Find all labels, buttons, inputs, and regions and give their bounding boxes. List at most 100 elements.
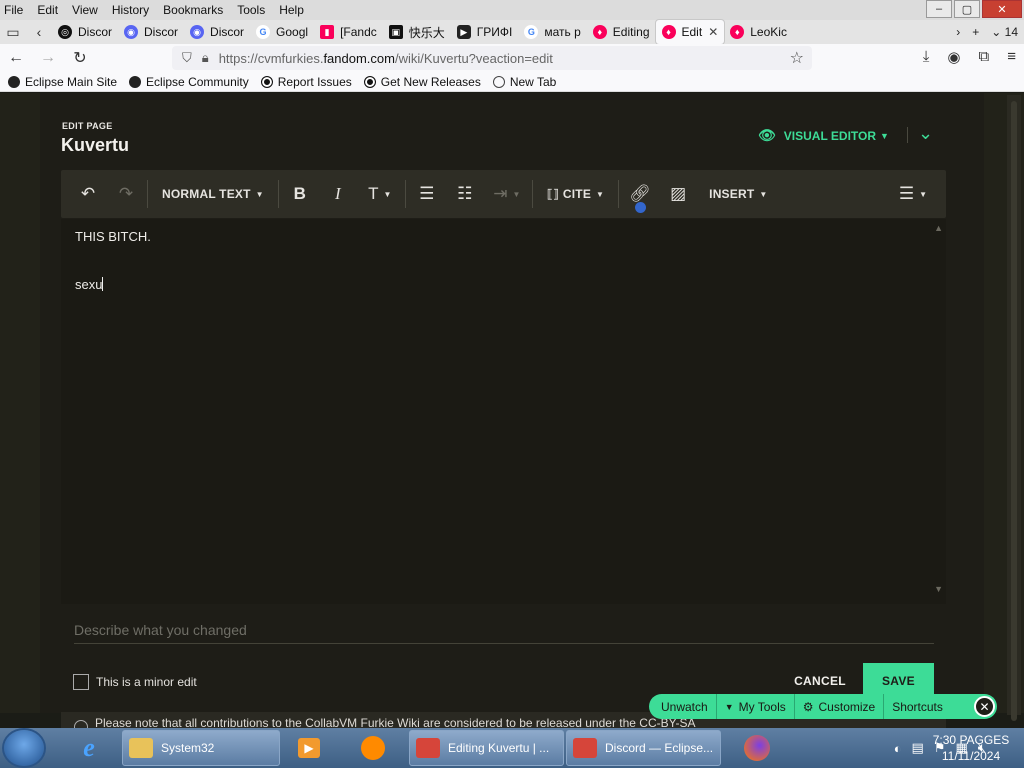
customize-button[interactable]: ⚙ Customize	[795, 694, 885, 719]
google-icon: G	[524, 25, 539, 39]
shortcuts-button[interactable]: Shortcuts	[884, 694, 951, 719]
redo-icon[interactable]: ↷	[107, 170, 145, 218]
unwatch-button[interactable]: Unwatch	[649, 694, 717, 719]
uc-browser-icon[interactable]	[346, 730, 400, 766]
eclipse-icon	[8, 75, 20, 88]
network-status-icon[interactable]: ◐	[894, 741, 902, 756]
reload-icon[interactable]: ↻	[64, 48, 96, 68]
cancel-button[interactable]: CANCEL	[781, 669, 859, 693]
numbered-list-icon[interactable]: ☷	[446, 170, 484, 218]
url-bar[interactable]: ⛉ 🔒︎ https://cvmfurkies. fandom.com/wiki/…	[172, 46, 812, 70]
scroll-up-icon[interactable]: ▲	[934, 223, 943, 233]
safely-remove-icon[interactable]: ▤	[912, 740, 924, 756]
minor-edit-checkbox[interactable]: This is a minor edit	[73, 674, 197, 690]
shield-icon[interactable]: ⛉	[182, 50, 192, 66]
tab-overview-icon[interactable]: ▭	[0, 20, 26, 44]
menu-view[interactable]: View	[72, 3, 98, 17]
editor-mode-switch[interactable]: 👁︎ VISUAL EDITOR ▼	[758, 127, 889, 144]
tabs-scroll-left-icon[interactable]: ‹	[26, 20, 52, 44]
downloads-icon[interactable]: ⤓	[923, 48, 930, 66]
menu-bookmarks[interactable]: Bookmarks	[163, 3, 223, 17]
lock-icon[interactable]: 🔒︎	[202, 50, 209, 66]
chevron-down-icon[interactable]: ⌄	[918, 123, 933, 144]
extensions-icon[interactable]: ⧉	[979, 48, 990, 66]
content-line-1[interactable]: THIS BITCH.	[75, 229, 151, 244]
italic-icon[interactable]: I	[319, 170, 357, 218]
tab-google-1[interactable]: G Googl	[250, 20, 314, 44]
bookmark-eclipse-community[interactable]: Eclipse Community	[129, 75, 249, 89]
scrollbar-thumb[interactable]	[1011, 101, 1017, 721]
task-label: Editing Kuvertu | ...	[448, 741, 550, 755]
caret-down-icon: ▼	[919, 189, 928, 199]
menu-history[interactable]: History	[112, 3, 149, 17]
firefox-icon[interactable]	[730, 730, 784, 766]
start-button[interactable]	[4, 730, 44, 766]
taskbar-editing-kuvertu[interactable]: Editing Kuvertu | ...	[409, 730, 564, 766]
menu-tools[interactable]: Tools	[237, 3, 265, 17]
system-clock[interactable]: 7:30 PAGGES 11/11/2024	[930, 732, 1012, 764]
new-tab-icon[interactable]: +	[972, 25, 979, 39]
editor-content-area[interactable]: THIS BITCH. sexu ▲ ▼	[61, 219, 946, 604]
tab-edit-active[interactable]: ♦ Edit ✕	[655, 20, 725, 44]
tab-discord-3[interactable]: ◉ Discor	[184, 20, 250, 44]
customize-label: Customize	[818, 699, 876, 714]
app-menu-icon[interactable]: ≡	[1007, 48, 1016, 66]
checkbox-box[interactable]	[73, 674, 89, 690]
close-window-button[interactable]: ✕	[982, 0, 1022, 18]
tab-google-2[interactable]: Gмать р	[518, 20, 586, 44]
tab-chinese[interactable]: ▣ 快乐大	[383, 20, 451, 44]
bookmark-get-new-releases[interactable]: Get New Releases	[363, 75, 481, 89]
bookmark-star-icon[interactable]: ☆	[790, 48, 804, 68]
caret-down-icon: ▼	[383, 189, 392, 199]
more-menu-icon[interactable]: ☰ ▼	[888, 170, 938, 218]
caret-down-icon: ▼	[596, 189, 605, 199]
maximize-button[interactable]: ▢	[954, 0, 980, 18]
list-all-tabs-icon[interactable]: ⌄ 14	[991, 25, 1018, 39]
menu-file[interactable]: File	[4, 3, 23, 17]
insert-dropdown[interactable]: INSERT ▼	[697, 170, 779, 218]
media-player-icon[interactable]: ▶	[282, 730, 336, 766]
tab-youtube[interactable]: ▶ ГРИФІ	[451, 20, 519, 44]
internet-explorer-icon[interactable]: e	[62, 730, 116, 766]
toolbar-divider	[404, 180, 406, 208]
tab-editing[interactable]: ♦ Editing	[587, 20, 656, 44]
edit-summary-input[interactable]	[74, 618, 934, 642]
edit-summary-field[interactable]	[74, 618, 934, 644]
page-scrollbar[interactable]	[1007, 95, 1021, 721]
tabs-scroll-right-icon[interactable]: ›	[956, 25, 960, 39]
tab-fandom-1[interactable]: ▮ [Fandc	[314, 20, 383, 44]
link-icon[interactable]: 🔗︎	[621, 170, 659, 218]
bookmark-eclipse-main[interactable]: Eclipse Main Site	[8, 75, 117, 89]
fandom-flame-icon: ♦	[730, 25, 745, 39]
image-icon[interactable]: ▨	[659, 170, 697, 218]
undo-icon[interactable]: ↶	[69, 170, 107, 218]
menu-edit[interactable]: Edit	[37, 3, 58, 17]
indent-icon[interactable]: ⇥ ▼	[484, 170, 530, 218]
bullet-list-icon[interactable]: ☰	[408, 170, 446, 218]
tab-label: Edit	[681, 25, 703, 39]
bookmark-report-issues[interactable]: Report Issues	[260, 75, 352, 89]
tab-discord-2[interactable]: ◉ Discor	[118, 20, 184, 44]
page-title: Kuvertu	[61, 135, 130, 155]
text-style-icon[interactable]: T ▼	[357, 170, 403, 218]
tab-leokic[interactable]: ♦ LeoKic	[724, 20, 793, 44]
content-line-2[interactable]: sexu	[75, 277, 104, 292]
tab-discord-1[interactable]: ◎ Discor	[52, 20, 118, 44]
tab-count: 14	[1004, 25, 1018, 39]
account-icon[interactable]: ◉	[947, 48, 960, 66]
taskbar-system32[interactable]: System32	[122, 730, 280, 766]
menu-help[interactable]: Help	[279, 3, 304, 17]
close-icon[interactable]: ✕	[974, 696, 995, 717]
cite-button[interactable]: ⟦⟧ CITE ▼	[535, 170, 616, 218]
cat-icon: ▣	[388, 25, 403, 39]
bold-icon[interactable]: B	[281, 170, 319, 218]
my-tools-dropdown[interactable]: ▼ My Tools	[717, 694, 795, 719]
paragraph-format-dropdown[interactable]: NORMAL TEXT ▼	[150, 170, 276, 218]
scroll-down-icon[interactable]: ▼	[934, 584, 943, 594]
bookmark-new-tab[interactable]: New Tab	[492, 75, 556, 89]
close-tab-icon[interactable]: ✕	[708, 25, 718, 39]
taskbar-discord-eclipse[interactable]: Discord — Eclipse...	[566, 730, 721, 766]
back-icon[interactable]: ←	[0, 49, 32, 67]
forward-icon[interactable]: →	[32, 49, 64, 67]
minimize-button[interactable]: –	[926, 0, 952, 18]
